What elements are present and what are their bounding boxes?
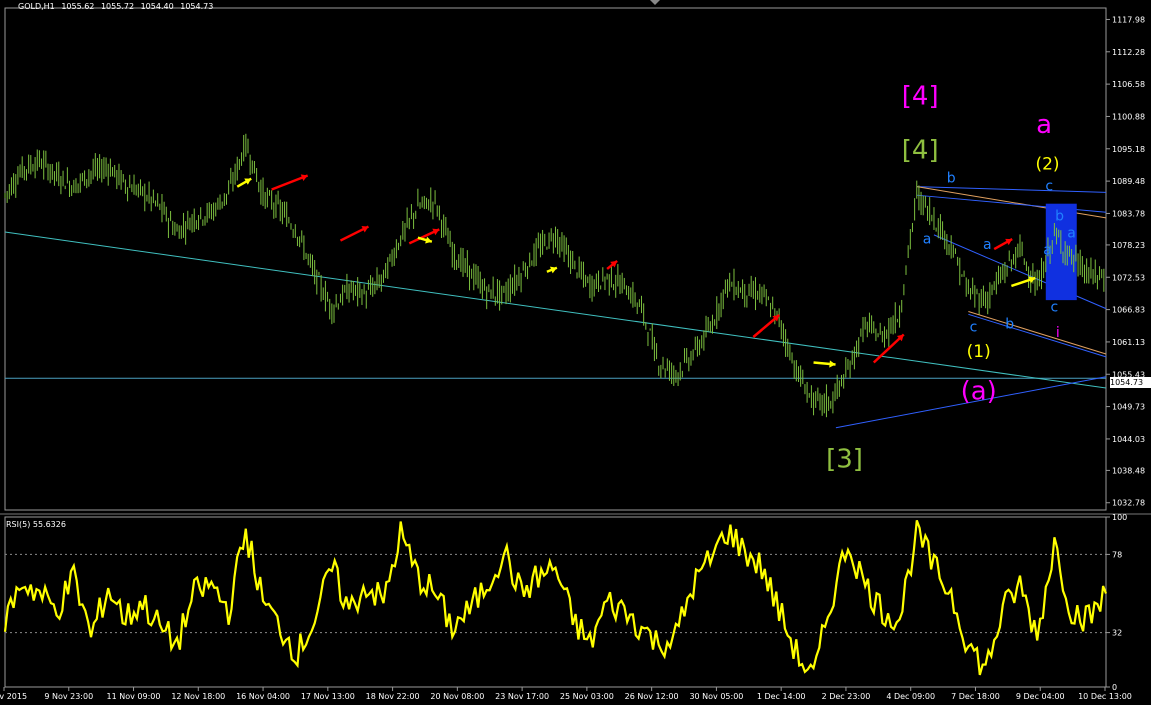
- price-axis-label: 1100.88: [1112, 112, 1145, 121]
- time-axis-label: 9 Dec 04:00: [1016, 692, 1065, 701]
- time-axis-label: 25 Nov 03:00: [560, 692, 614, 701]
- signal-arrow-head: [829, 360, 836, 368]
- time-axis-label: 18 Nov 22:00: [366, 692, 420, 701]
- price-axis-label: 1072.53: [1112, 273, 1145, 282]
- open-value: 1055.62: [61, 2, 95, 11]
- wave-label: a: [923, 231, 932, 247]
- time-axis-label: 11 Nov 09:00: [107, 692, 161, 701]
- time-axis-label: 30 Nov 05:00: [689, 692, 743, 701]
- wave-label: (1): [967, 342, 991, 362]
- wave-label: b: [1005, 316, 1014, 332]
- time-axis-label: 12 Nov 18:00: [171, 692, 225, 701]
- time-axis-label: 2 Dec 23:00: [822, 692, 871, 701]
- price-axis-label: 1066.83: [1112, 306, 1145, 315]
- rsi-axis-label: 78: [1112, 550, 1122, 559]
- chart-root: 1117.98 1112.28 1106.58 1100.88 1095.18 1089.…: [0, 0, 1151, 701]
- current-price-tag: 1054.73: [1110, 377, 1151, 388]
- rsi-line: [3, 520, 1108, 676]
- price-axis-label: 1083.78: [1112, 209, 1145, 218]
- time-axis-label: 6 Nov 2015: [0, 692, 27, 701]
- symbol-name: GOLD,H1: [18, 2, 55, 11]
- price-axis-label: 1061.13: [1112, 338, 1145, 347]
- price-axis-label: 1117.98: [1112, 15, 1145, 24]
- price-axis-label: 1078.23: [1112, 241, 1145, 250]
- price-axis-label: 1049.73: [1112, 403, 1145, 412]
- channel-line: [916, 194, 1107, 213]
- time-axis-label: 1 Dec 14:00: [757, 692, 806, 701]
- low-value: 1054.40: [140, 2, 174, 11]
- rsi-axis-label: 0: [1112, 683, 1117, 692]
- wave-label: (2): [1035, 155, 1059, 175]
- time-axis-label: 23 Nov 17:00: [495, 692, 549, 701]
- price-axis-label: 1095.18: [1112, 145, 1145, 154]
- trend-line: [4, 231, 1107, 389]
- rsi-axis-label: 32: [1112, 629, 1122, 638]
- wave-label: i: [1056, 325, 1060, 341]
- time-axis-label: 7 Dec 18:00: [951, 692, 1000, 701]
- time-axis-label: 4 Dec 09:00: [886, 692, 935, 701]
- time-axis-label: 17 Nov 13:00: [301, 692, 355, 701]
- wave-label: a: [1043, 243, 1052, 259]
- wave-label: c: [1051, 299, 1059, 315]
- time-axis-label: 9 Nov 23:00: [44, 692, 93, 701]
- time-axis-label: 16 Nov 04:00: [236, 692, 290, 701]
- price-panel-frame: [4, 7, 1107, 511]
- close-value: 1054.73: [180, 2, 214, 11]
- wave-label: a: [983, 237, 992, 253]
- price-axis-label: 1106.58: [1112, 80, 1145, 89]
- price-axis-label: 1032.78: [1112, 499, 1145, 508]
- price-axis-label: 1044.03: [1112, 435, 1145, 444]
- chart-svg[interactable]: 1117.98 1112.28 1106.58 1100.88 1095.18 1089.…: [0, 0, 1151, 701]
- wave-label: a: [1067, 226, 1076, 242]
- top-marker: [650, 0, 660, 5]
- wave-label: [4]: [902, 81, 939, 111]
- rsi-panel-frame: [4, 516, 1107, 688]
- high-value: 1055.72: [100, 2, 135, 11]
- wave-label: (a): [961, 376, 997, 406]
- time-axis-label: 10 Dec 13:00: [1078, 692, 1132, 701]
- price-axis-label: 1089.48: [1112, 177, 1145, 186]
- price-axis-label: 1112.28: [1112, 48, 1145, 57]
- rsi-label: RSI(5) 55.6326: [6, 520, 66, 529]
- time-axis-label: 26 Nov 12:00: [625, 692, 679, 701]
- symbol-header: GOLD,H1 1055.62 1055.72 1054.40 1054.73: [18, 2, 217, 11]
- wave-label: [3]: [826, 444, 863, 474]
- wave-label: a: [1036, 110, 1052, 140]
- wave-label: c: [1045, 179, 1053, 195]
- wave-label: b: [1055, 209, 1064, 225]
- wave-label: b: [947, 171, 956, 187]
- rsi-axis-label: 100: [1112, 513, 1127, 522]
- wave-label: [4]: [902, 135, 939, 165]
- wave-label: c: [970, 319, 978, 335]
- time-axis-label: 20 Nov 08:00: [430, 692, 484, 701]
- price-axis-label: 1038.48: [1112, 466, 1145, 475]
